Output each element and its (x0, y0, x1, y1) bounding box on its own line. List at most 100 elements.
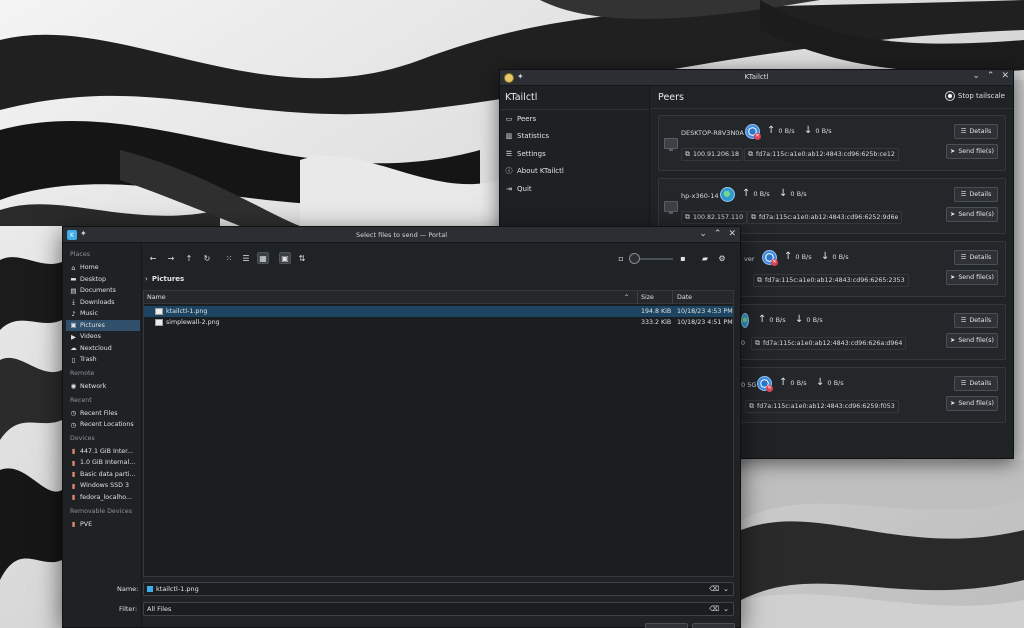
send-files-button[interactable]: ➤ Send file(s) (946, 207, 998, 222)
send-files-button[interactable]: ➤ Send file(s) (946, 396, 998, 411)
upload-stat: ↑ 0 B/s (779, 378, 807, 388)
file-list[interactable]: Name ⌃ Size Date ktailctl-1.png 194.8 Ki… (143, 290, 734, 577)
chevron-down-icon[interactable]: ⌄ (723, 605, 729, 613)
ktailctl-titlebar[interactable]: ✦ KTailctl ⌄ ⌃ ✕ (500, 70, 1013, 86)
send-label: Send file(s) (958, 274, 994, 281)
clear-icon[interactable]: ⌫ (709, 585, 719, 593)
list-icon: ☰ (960, 191, 967, 198)
send-files-button[interactable]: ➤ Send file(s) (946, 333, 998, 348)
nav-item-about[interactable]: ⓘ About KTailctl (500, 163, 649, 181)
gear-icon[interactable]: ⚙ (716, 252, 728, 264)
filter-combo[interactable]: All Files ⌫ ⌄ (143, 602, 734, 616)
breadcrumb-pictures[interactable]: Pictures (152, 275, 184, 283)
zoom-slider-handle[interactable] (629, 253, 640, 264)
nav-item-peers[interactable]: ▭ Peers (500, 110, 649, 128)
peer-ipv4[interactable]: 0 (741, 337, 748, 350)
copy-icon: ⧉ (685, 150, 690, 158)
peer-ipv6[interactable]: ⧉ fd7a:115c:a1e0:ab12:4843:cd96:625b:ce12 (744, 148, 899, 161)
back-icon[interactable]: ← (147, 252, 159, 264)
place-nextcloud[interactable]: ☁ Nextcloud (66, 343, 140, 354)
ipv6-text: fd7a:115c:a1e0:ab12:4843:cd96:626a:d964 (763, 340, 903, 347)
column-date[interactable]: Date (677, 294, 692, 301)
peer-ipv6[interactable]: ⧉ fd7a:115c:a1e0:ab12:4843:cd96:6252:9d6e (747, 211, 903, 224)
place-trash[interactable]: ▯ Trash (66, 354, 140, 365)
cancel-button[interactable] (692, 623, 735, 628)
place-network[interactable]: ◉ Network (66, 381, 140, 392)
open-button[interactable] (645, 623, 688, 628)
place-recent-files[interactable]: ◷ Recent Files (66, 408, 140, 419)
chart-icon: ▥ (505, 132, 513, 141)
minimize-icon[interactable]: ⌄ (699, 229, 707, 239)
maximize-icon[interactable]: ⌃ (987, 71, 995, 81)
place-recent-locations[interactable]: ◷ Recent Locations (66, 419, 140, 430)
place-pve[interactable]: ▮ PVE (66, 519, 140, 530)
details-button[interactable]: ☰ Details (954, 124, 998, 139)
place-label: Documents (80, 287, 116, 294)
stop-tailscale-toggle[interactable]: Stop tailscale (945, 92, 1005, 100)
detail-view-icon[interactable]: ▦ (257, 252, 269, 264)
peer-ipv6[interactable]: ⧉ fd7a:115c:a1e0:ab12:4843:cd96:626a:d964 (751, 337, 907, 350)
place-desktop[interactable]: ▬ Desktop (66, 274, 140, 285)
clear-icon[interactable]: ⌫ (709, 605, 719, 613)
dialog-titlebar[interactable]: K ✦ Select files to send — Portal ⌄ ⌃ ✕ (63, 227, 740, 243)
reload-icon[interactable]: ↻ (201, 252, 213, 264)
new-folder-icon[interactable]: ▰ (699, 252, 711, 264)
preview-icon[interactable]: ▣ (279, 252, 291, 264)
peer-ipv4[interactable]: ⧉ 100.91.206.18 (681, 148, 744, 161)
forward-icon[interactable]: → (165, 252, 177, 264)
chevron-down-icon[interactable]: ⌄ (723, 585, 729, 593)
file-size: 333.2 KiB (641, 319, 672, 326)
zoom-in-icon[interactable]: ▪ (677, 252, 689, 264)
file-row[interactable]: ktailctl-1.png 194.8 KiB 10/18/23 4:53 P… (144, 306, 733, 317)
details-button[interactable]: ☰ Details (954, 187, 998, 202)
column-size[interactable]: Size (641, 294, 654, 301)
peer-ipv6[interactable]: ⧉ fd7a:115c:a1e0:ab12:4843:cd96:6265:2353 (753, 274, 909, 287)
close-icon[interactable]: ✕ (1001, 71, 1009, 81)
minimize-icon[interactable]: ⌄ (972, 71, 980, 81)
compact-view-icon[interactable]: ☰ (240, 252, 252, 264)
image-file-icon (147, 586, 153, 592)
nav-item-label: Statistics (517, 132, 549, 141)
peers-header: Peers Stop tailscale (651, 86, 1013, 109)
up-icon[interactable]: ↑ (183, 252, 195, 264)
place-music[interactable]: ♪ Music (66, 308, 140, 319)
place-documents[interactable]: ▤ Documents (66, 285, 140, 296)
send-files-button[interactable]: ➤ Send file(s) (946, 270, 998, 285)
zoom-out-icon[interactable]: ▫ (615, 252, 627, 264)
details-button[interactable]: ☰ Details (954, 376, 998, 391)
place-device[interactable]: ▮ Windows SSD 3 (66, 480, 140, 491)
column-name[interactable]: Name (147, 294, 166, 301)
place-pictures[interactable]: ▣ Pictures (66, 319, 140, 331)
details-button[interactable]: ☰ Details (954, 313, 998, 328)
place-videos[interactable]: ▶ Videos (66, 331, 140, 342)
icon-view-icon[interactable]: ⁙ (223, 252, 235, 264)
place-device[interactable]: ▮ 447.1 GiB Inter... (66, 446, 140, 457)
maximize-icon[interactable]: ⌃ (714, 229, 722, 239)
place-label: fedora_localho... (80, 493, 132, 501)
place-device[interactable]: ▮ 1.0 GiB Internal... (66, 457, 140, 468)
place-downloads[interactable]: ⤓ Downloads (66, 297, 140, 308)
peer-ipv4[interactable]: ⧉ 100.82.157.110 (681, 211, 748, 224)
place-label: PVE (80, 520, 93, 528)
place-device[interactable]: ▮ fedora_localho... (66, 492, 140, 503)
close-icon[interactable]: ✕ (728, 229, 736, 239)
file-row[interactable]: simplewall-2.png 333.2 KiB 10/18/23 4:51… (144, 317, 733, 328)
send-label: Send file(s) (958, 148, 994, 155)
places-panel: Places ⌂ Home ▬ Desktop ▤ Documents ⤓ Downlo… (63, 243, 142, 627)
file-name-combo[interactable]: ktailctl-1.png ⌫ ⌄ (143, 582, 734, 596)
download-icon: ↓ (795, 314, 804, 325)
sort-icon[interactable]: ⇅ (296, 252, 308, 264)
download-rate: 0 B/s (790, 190, 807, 198)
monitor-icon (664, 201, 678, 214)
send-icon: ➤ (950, 274, 956, 281)
nav-item-statistics[interactable]: ▥ Statistics (500, 128, 649, 146)
send-label: Send file(s) (958, 337, 994, 344)
place-home[interactable]: ⌂ Home (66, 262, 140, 273)
nav-item-settings[interactable]: ☰ Settings (500, 145, 649, 163)
place-device[interactable]: ▮ Basic data parti... (66, 469, 140, 480)
send-files-button[interactable]: ➤ Send file(s) (946, 144, 998, 159)
nav-item-quit[interactable]: ⇥ Quit (500, 180, 649, 198)
details-button[interactable]: ☰ Details (954, 250, 998, 265)
breadcrumb[interactable]: › Pictures (145, 275, 184, 283)
peer-ipv6[interactable]: ⧉ fd7a:115c:a1e0:ab12:4843:cd96:6259:f053 (745, 400, 899, 413)
